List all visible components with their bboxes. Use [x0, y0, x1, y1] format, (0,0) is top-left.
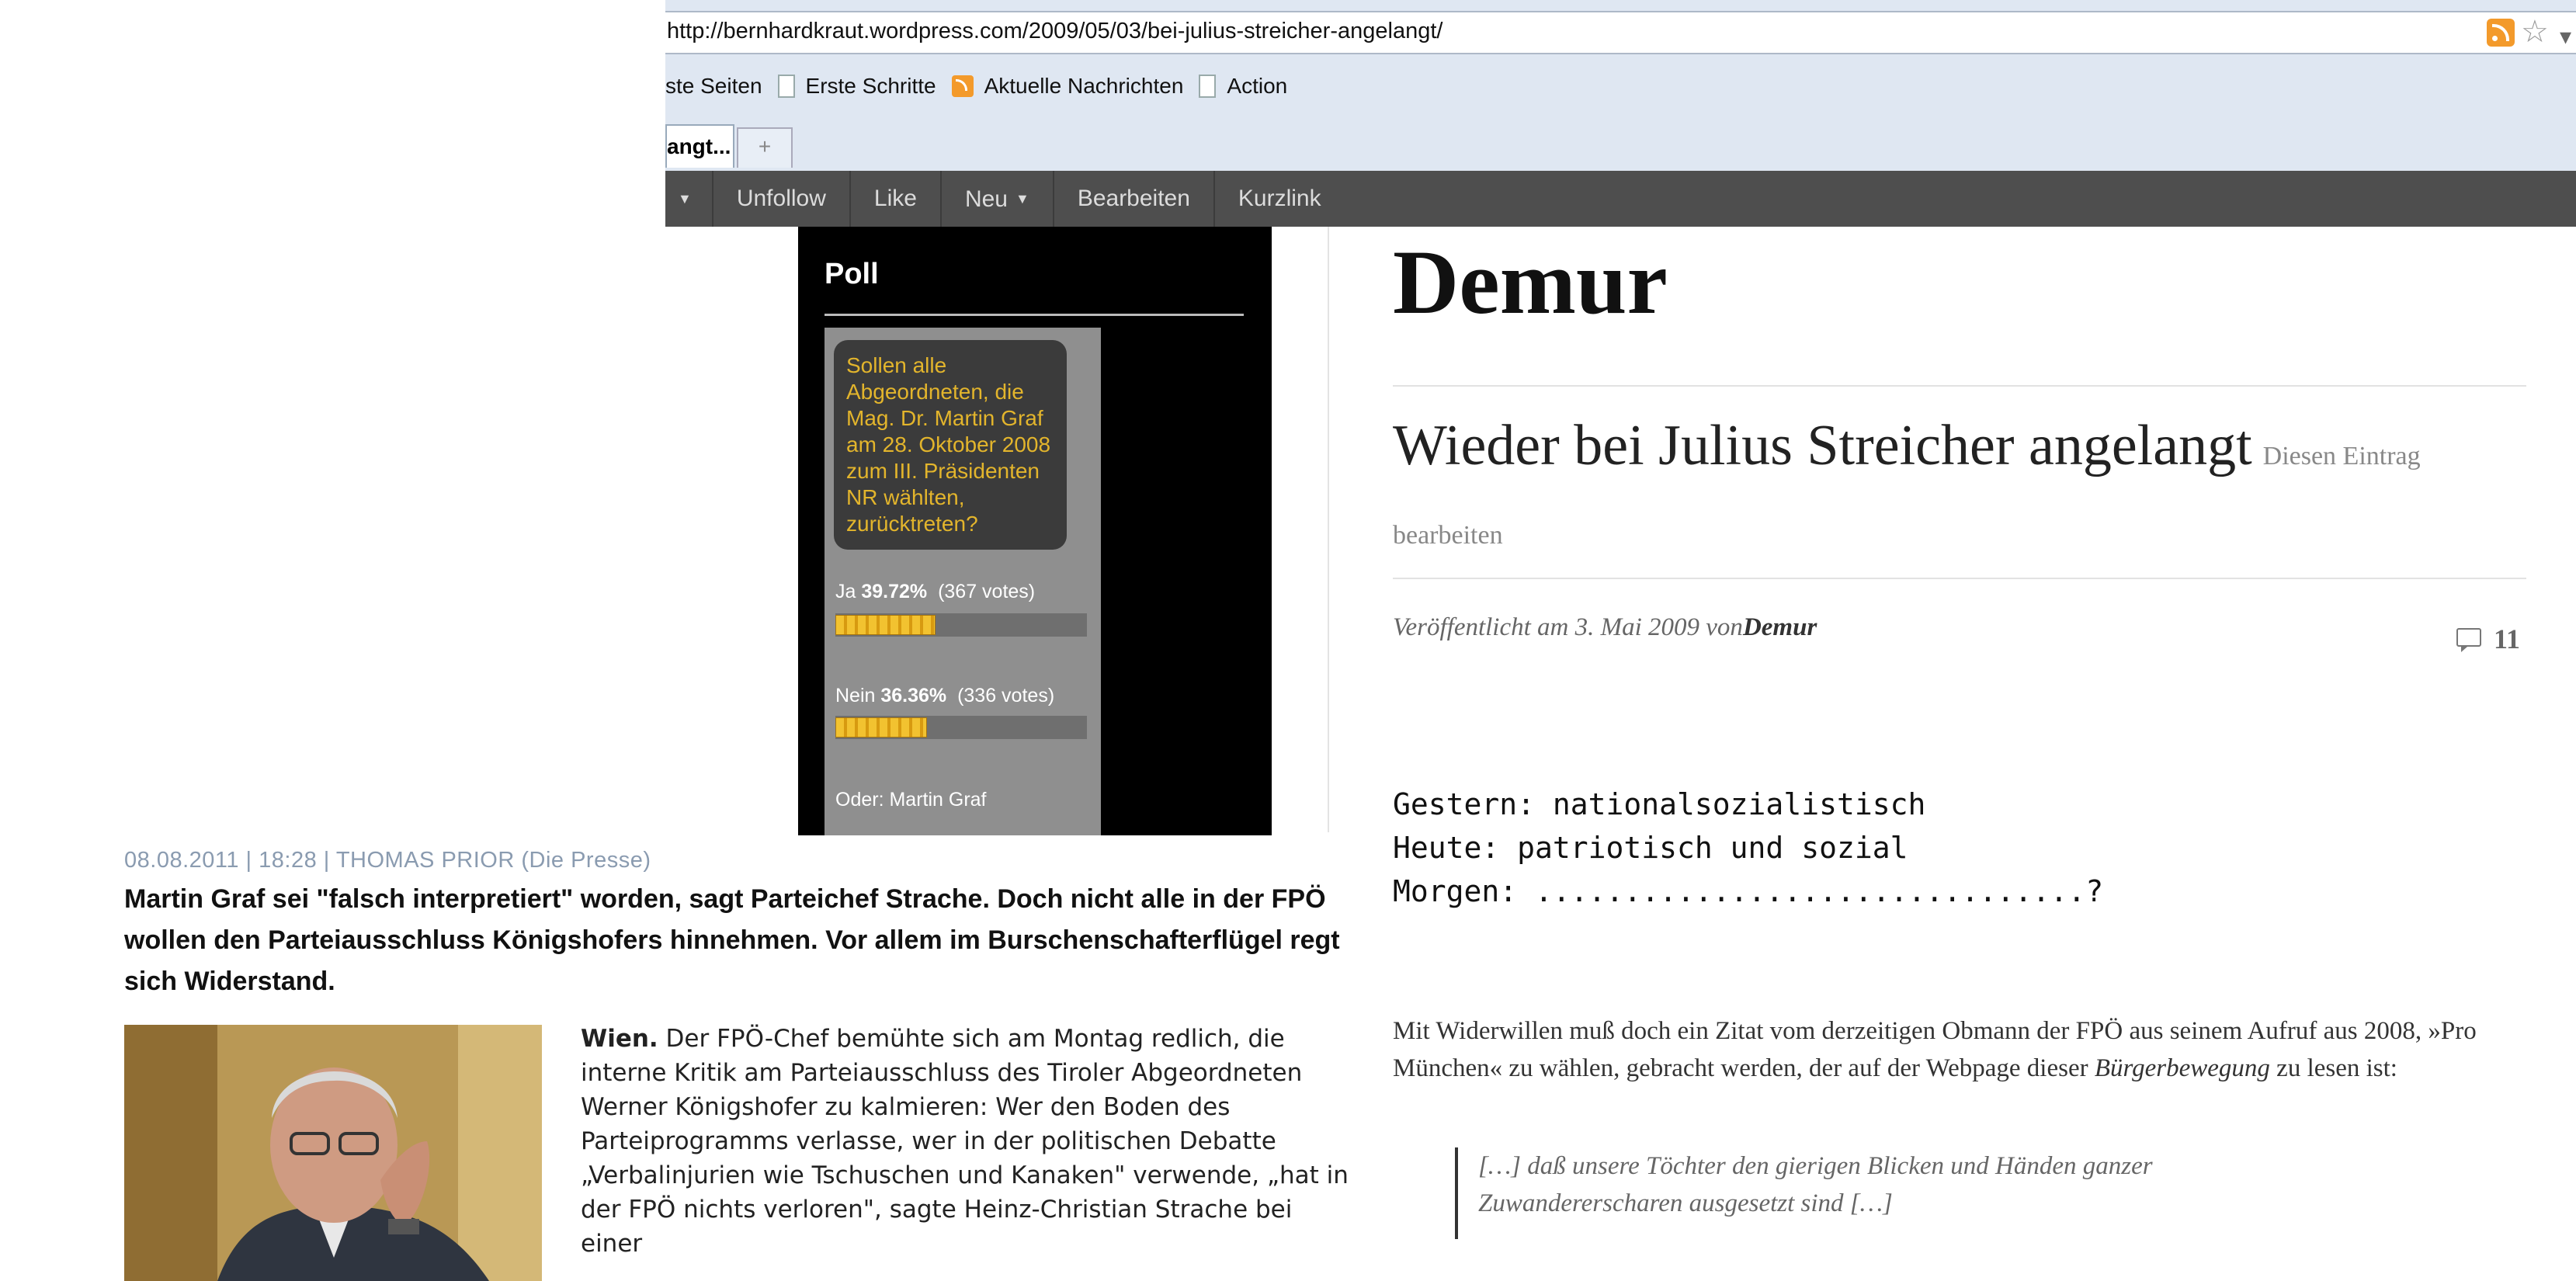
- quote-line: […] daß unsere Töchter den gierigen Blic…: [1478, 1152, 2153, 1180]
- tab-active[interactable]: angt...: [665, 124, 734, 168]
- divider: [1393, 385, 2526, 387]
- edit-button[interactable]: Bearbeiten: [1054, 171, 1215, 227]
- bookmark-label: ste Seiten: [665, 74, 762, 98]
- comment-icon: [2456, 628, 2481, 652]
- rss-feed-icon[interactable]: [2487, 19, 2515, 47]
- page-icon: [1199, 75, 1217, 98]
- entry-meta: Veröffentlicht am 3. Mai 2009 vonDemur: [1393, 613, 1817, 642]
- poll-answer-graf[interactable]: Oder: Martin Graf: [835, 789, 987, 811]
- article-photo: [124, 1025, 542, 1281]
- answer-votes: (367 votes): [938, 581, 1036, 602]
- wordpress-admin-bar: ▼ Unfollow Like Neu ▼ Bearbeiten Kurzlink: [665, 171, 2576, 227]
- bookmark-label: Action: [1227, 74, 1288, 98]
- answer-label: Ja: [835, 581, 856, 602]
- bookmark-star-icon[interactable]: ☆: [2521, 14, 2549, 50]
- comments-link[interactable]: 11: [2456, 623, 2520, 655]
- answer-percent: 36.36%: [880, 685, 947, 706]
- para-emphasis: Bürgerbewegung: [2094, 1054, 2270, 1082]
- shortlink-button[interactable]: Kurzlink: [1215, 171, 1345, 227]
- admin-menu-dropdown[interactable]: ▼: [665, 171, 713, 227]
- poll-box: Sollen alle Abgeordneten, die Mag. Dr. M…: [825, 328, 1101, 835]
- poll-bar-track: [835, 716, 1087, 739]
- article-byline: 08.08.2011 | 18:28 | THOMAS PRIOR (Die P…: [124, 848, 651, 873]
- meta-date: Veröffentlicht am 3. Mai 2009 von: [1393, 613, 1743, 641]
- comment-count: 11: [2494, 623, 2521, 654]
- poll-bar-nein: [835, 717, 927, 738]
- caret-down-icon: ▼: [678, 191, 692, 207]
- article-dateline: Wien.: [581, 1025, 658, 1053]
- entry-title-text[interactable]: Wieder bei Julius Streicher angelangt: [1393, 414, 2252, 477]
- poll-bar-track: [835, 613, 1087, 637]
- quote-line: Zuwandererscharen ausgesetzt sind […]: [1478, 1189, 1893, 1217]
- bookmark-aktuelle-nachrichten[interactable]: Aktuelle Nachrichten: [951, 74, 1184, 99]
- url-text[interactable]: http://bernhardkraut.wordpress.com/2009/…: [667, 19, 1442, 44]
- address-bar[interactable]: http://bernhardkraut.wordpress.com/2009/…: [665, 11, 2576, 54]
- unfollow-button[interactable]: Unfollow: [713, 171, 851, 227]
- answer-label: Oder: Martin Graf: [835, 789, 987, 811]
- bookmark-erste-schritte[interactable]: Erste Schritte: [777, 74, 936, 99]
- blockquote: […] daß unsere Töchter den gierigen Blic…: [1455, 1147, 2153, 1239]
- poll-widget: Poll Sollen alle Abgeordneten, die Mag. …: [798, 227, 1272, 835]
- answer-label: Nein: [835, 685, 876, 706]
- bookmarks-toolbar: ste Seiten Erste Schritte Aktuelle Nachr…: [665, 67, 1303, 106]
- slogan-line: Heute: patriotisch und sozial: [1393, 831, 1908, 865]
- answer-votes: (336 votes): [957, 685, 1055, 706]
- para-text: zu lesen ist:: [2269, 1054, 2397, 1082]
- caret-down-icon: ▼: [1015, 191, 1029, 207]
- bookmark-label: Aktuelle Nachrichten: [984, 74, 1184, 98]
- divider: [825, 314, 1244, 316]
- poll-answer-nein[interactable]: Nein 36.36% (336 votes): [835, 685, 1054, 707]
- slogan-block: Gestern: nationalsozialistisch Heute: pa…: [1393, 783, 2103, 913]
- article-body: Wien. Der FPÖ-Chef bemühte sich am Monta…: [581, 1022, 1349, 1261]
- divider: [1393, 578, 2526, 579]
- entry-paragraph: Mit Widerwillen muß doch ein Zitat vom d…: [1393, 1012, 2534, 1087]
- answer-percent: 39.72%: [861, 581, 928, 602]
- like-button[interactable]: Like: [851, 171, 942, 227]
- bookmark-most-visited[interactable]: ste Seiten: [665, 74, 762, 99]
- dropdown-arrow-icon[interactable]: ▾: [2560, 23, 2571, 50]
- page-icon: [777, 75, 795, 98]
- feed-icon: [951, 75, 974, 97]
- blog-title[interactable]: Demur: [1393, 230, 1668, 335]
- poll-answer-ja[interactable]: Ja 39.72% (367 votes): [835, 581, 1035, 603]
- new-menu[interactable]: Neu ▼: [942, 171, 1054, 227]
- newspaper-clipping: 08.08.2011 | 18:28 | THOMAS PRIOR (Die P…: [0, 835, 1366, 1281]
- poll-question: Sollen alle Abgeordneten, die Mag. Dr. M…: [834, 340, 1067, 550]
- browser-chrome: http://bernhardkraut.wordpress.com/2009/…: [665, 0, 2576, 227]
- bookmark-action[interactable]: Action: [1199, 74, 1287, 99]
- slogan-line: Gestern: nationalsozialistisch: [1393, 787, 1926, 821]
- bookmark-label: Erste Schritte: [805, 74, 936, 98]
- article-body-text: Der FPÖ-Chef bemühte sich am Montag redl…: [581, 1025, 1349, 1258]
- entry-title: Wieder bei Julius Streicher angelangt Die…: [1393, 408, 2534, 578]
- sidebar-divider: [1328, 227, 1329, 832]
- portrait-photo: [124, 1025, 542, 1281]
- new-tab-button[interactable]: +: [737, 127, 793, 168]
- slogan-line: Morgen: ...............................?: [1393, 874, 2104, 908]
- tab-strip: angt... +: [665, 124, 2576, 169]
- new-menu-label: Neu: [964, 186, 1008, 212]
- article-lead: Martin Graf sei "falsch interpretiert" w…: [124, 884, 1340, 996]
- poll-bar-ja: [835, 615, 936, 635]
- poll-title: Poll: [825, 258, 879, 290]
- meta-author[interactable]: Demur: [1743, 613, 1817, 641]
